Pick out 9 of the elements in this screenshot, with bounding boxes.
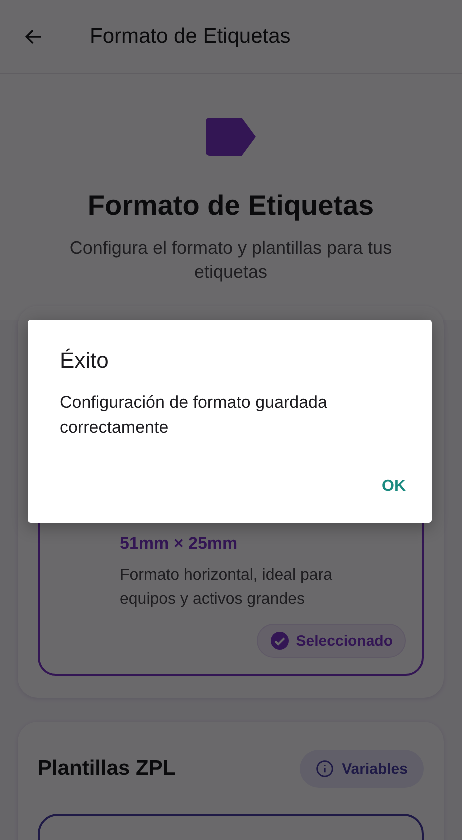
badge-label: Seleccionado [296, 632, 393, 650]
format-description: Formato horizontal, ideal para equipos y activos grandes [120, 566, 334, 610]
templates-title: Plantillas ZPL [38, 757, 176, 781]
dialog-message: Configuración de formato guardada correctamente [60, 392, 328, 439]
format-size: 51mm × 25mm [120, 534, 239, 554]
header-title: Formato de Etiquetas [88, 190, 374, 222]
header-subtitle: Configura el formato y plantillas para tus etiquetas [68, 237, 394, 284]
app-bar-title: Formato de Etiquetas [90, 24, 291, 48]
dialog-title: Éxito [60, 348, 110, 374]
